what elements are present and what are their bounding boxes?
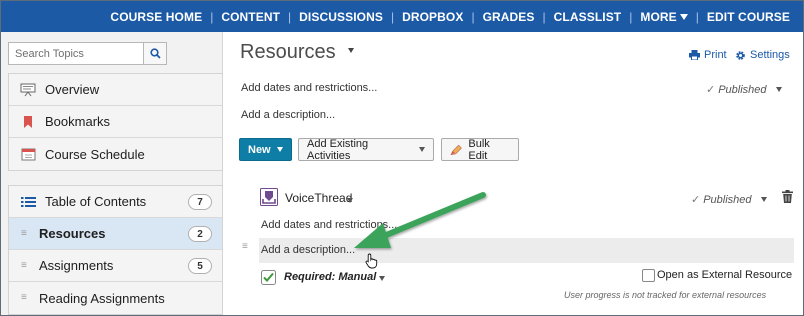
drag-handle-icon[interactable]: ≡ (242, 241, 248, 252)
sidebar-item-label: Reading Assignments (39, 290, 165, 306)
bookmark-icon (19, 114, 37, 130)
course-navbar: COURSE HOME | CONTENT | DISCUSSIONS | DR… (1, 1, 803, 32)
checkmark-icon: ✓ (691, 194, 701, 206)
nav-more[interactable]: MORE (632, 10, 695, 24)
settings-label: Settings (750, 49, 790, 61)
add-dates-link[interactable]: Add dates and restrictions... (241, 82, 377, 94)
add-existing-activities-button[interactable]: Add Existing Activities (298, 137, 434, 162)
chevron-down-icon (760, 197, 767, 202)
completion-tracking-label[interactable]: Required: Manual (284, 271, 376, 283)
nav-discussions[interactable]: DISCUSSIONS (291, 10, 391, 24)
chevron-down-icon[interactable] (347, 198, 353, 203)
sidebar-item-resources[interactable]: ≡ Resources 2 (9, 218, 222, 250)
status-label: Published (703, 193, 752, 206)
sidebar-modules-group: Table of Contents 7 ≡ Resources 2 ≡ Assi… (8, 185, 223, 315)
nav-course-home[interactable]: COURSE HOME (102, 10, 210, 24)
chevron-down-icon (276, 147, 283, 152)
status-label: Published (718, 83, 767, 96)
sidebar-item-assignments[interactable]: ≡ Assignments 5 (9, 250, 222, 282)
sidebar-item-label: Table of Contents (45, 194, 147, 209)
lms-window: COURSE HOME | CONTENT | DISCUSSIONS | DR… (0, 0, 804, 316)
bulk-edit-button[interactable]: Bulk Edit (441, 137, 519, 162)
settings-link[interactable]: Settings (735, 49, 790, 61)
nav-content[interactable]: CONTENT (213, 10, 288, 24)
drag-handle-icon[interactable]: ≡ (21, 293, 31, 303)
gear-icon (736, 50, 745, 60)
sidebar-item-overview[interactable]: Overview (9, 74, 222, 106)
module-status-dropdown[interactable]: ✓ Published (706, 83, 782, 96)
add-existing-label: Add Existing Activities (307, 137, 369, 162)
nav-dropbox[interactable]: DROPBOX (394, 10, 471, 24)
bulk-edit-icon (450, 144, 462, 155)
nav-edit-course[interactable]: EDIT COURSE (699, 10, 798, 24)
open-external-checkbox[interactable] (642, 269, 655, 282)
add-description-link[interactable]: Add a description... (241, 109, 335, 121)
list-icon (19, 194, 37, 210)
topic-add-dates-link[interactable]: Add dates and restrictions... (261, 219, 397, 231)
topic-add-description-link[interactable]: Add a description... (261, 244, 355, 256)
sidebar-item-label: Overview (45, 82, 100, 97)
external-resource-footnote: User progress is not tracked for externa… (564, 290, 767, 300)
trash-icon[interactable] (782, 190, 793, 203)
chevron-down-icon[interactable] (379, 276, 385, 281)
sidebar-item-label: Assignments (39, 258, 114, 273)
new-button[interactable]: New (239, 138, 292, 161)
item-count-badge: 5 (188, 258, 212, 274)
voicethread-icon (260, 188, 278, 206)
chevron-down-icon (679, 13, 688, 20)
search-button[interactable] (143, 42, 167, 65)
checkmark-icon: ✓ (706, 84, 716, 96)
sidebar-item-label: Bookmarks (45, 114, 111, 129)
topic-status-dropdown[interactable]: ✓ Published (691, 193, 767, 206)
sidebar-item-bookmarks[interactable]: Bookmarks (9, 106, 222, 138)
search-icon (149, 48, 161, 59)
sidebar-item-table-of-contents[interactable]: Table of Contents 7 (9, 186, 222, 218)
drag-handle-icon[interactable]: ≡ (21, 228, 31, 239)
chevron-down-icon[interactable] (348, 48, 354, 53)
open-external-label: Open as External Resource (657, 269, 793, 281)
nav-more-label: MORE (640, 9, 677, 24)
hand-cursor-icon (365, 253, 378, 269)
content-sidebar: Overview Bookmarks Course Schedule T (1, 32, 223, 315)
chevron-down-icon (775, 87, 782, 92)
calendar-icon (19, 146, 37, 162)
print-label: Print (704, 49, 727, 61)
printer-icon (689, 50, 700, 60)
print-link[interactable]: Print (689, 49, 727, 61)
sidebar-item-reading-assignments[interactable]: ≡ Reading Assignments (9, 282, 222, 314)
nav-grades[interactable]: GRADES (475, 10, 543, 24)
drag-handle-icon[interactable]: ≡ (21, 260, 31, 271)
topic-title[interactable]: VoiceThread (285, 191, 352, 205)
item-count-badge: 7 (188, 194, 212, 210)
overview-icon (19, 82, 37, 98)
item-count-badge: 2 (188, 226, 212, 242)
page-title: Resources (240, 41, 336, 63)
required-checkbox[interactable] (261, 270, 276, 285)
sidebar-item-course-schedule[interactable]: Course Schedule (9, 138, 222, 170)
new-button-label: New (248, 143, 271, 156)
sidebar-item-label: Resources (39, 226, 106, 241)
sidebar-item-label: Course Schedule (45, 146, 145, 162)
nav-classlist[interactable]: CLASSLIST (546, 10, 630, 24)
bulk-edit-label: Bulk Edit (468, 137, 490, 162)
sidebar-tools-group: Overview Bookmarks Course Schedule (8, 73, 223, 171)
chevron-down-icon (419, 147, 425, 152)
